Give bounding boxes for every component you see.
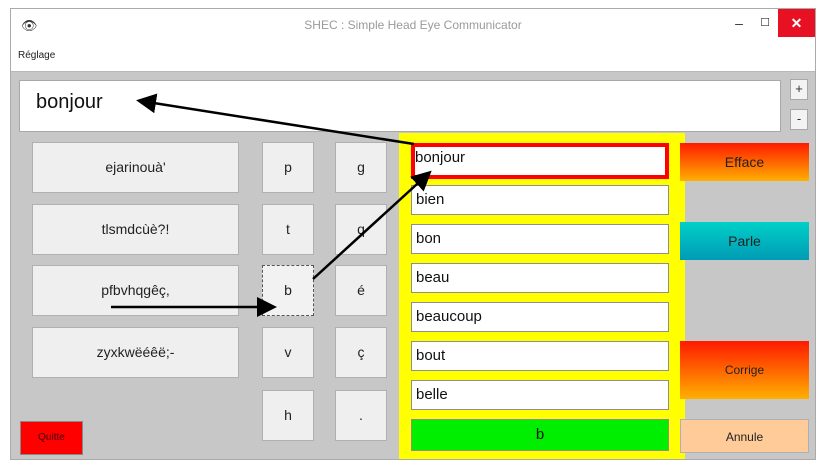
close-button[interactable]: ✕	[778, 9, 815, 37]
font-size-increase-button[interactable]: +	[790, 79, 808, 100]
cancel-button[interactable]: Annule	[680, 419, 809, 453]
maximize-button[interactable]: ☐	[752, 9, 778, 37]
quit-button[interactable]: Quitte	[20, 421, 83, 455]
menu-reglage[interactable]: Réglage	[18, 50, 55, 61]
letter-key-period[interactable]: .	[335, 390, 387, 441]
title-bar: 👁 SHEC : Simple Head Eye Communicator – …	[11, 9, 815, 41]
message-text: bonjour	[36, 91, 103, 113]
correct-button[interactable]: Corrige	[680, 341, 809, 399]
letter-group-2[interactable]: tlsmdcùè?!	[32, 204, 239, 255]
letter-group-1[interactable]: ejarinouà'	[32, 142, 239, 193]
letter-key-g[interactable]: g	[335, 142, 387, 193]
letter-key-v[interactable]: v	[262, 327, 314, 378]
suggestion-belle[interactable]: belle	[411, 380, 669, 410]
suggestion-bien[interactable]: bien	[411, 185, 669, 215]
suggestion-beaucoup[interactable]: beaucoup	[411, 302, 669, 332]
font-size-decrease-button[interactable]: -	[790, 109, 808, 130]
letter-key-b[interactable]: b	[262, 265, 314, 316]
window-title: SHEC : Simple Head Eye Communicator	[304, 18, 522, 32]
letter-key-p[interactable]: p	[262, 142, 314, 193]
letter-group-4[interactable]: zyxkwëéêë;-	[32, 327, 239, 378]
letter-key-q[interactable]: q	[335, 204, 387, 255]
suggestion-bonjour[interactable]: bonjour	[411, 143, 669, 179]
current-letters-display: b	[411, 419, 669, 451]
word-suggestion-panel	[399, 133, 685, 459]
letter-key-e-acute[interactable]: é	[335, 265, 387, 316]
menu-bar: Réglage	[11, 41, 815, 72]
message-textbox[interactable]: bonjour	[19, 80, 781, 132]
suggestion-beau[interactable]: beau	[411, 263, 669, 293]
letter-key-h[interactable]: h	[262, 390, 314, 441]
app-window: 👁 SHEC : Simple Head Eye Communicator – …	[10, 8, 816, 460]
minimize-button[interactable]: –	[726, 9, 752, 37]
letter-group-3[interactable]: pfbvhqgêç,	[32, 265, 239, 316]
suggestion-bout[interactable]: bout	[411, 341, 669, 371]
suggestion-bon[interactable]: bon	[411, 224, 669, 254]
speak-button[interactable]: Parle	[680, 222, 809, 260]
erase-button[interactable]: Efface	[680, 143, 809, 181]
letter-key-c-cedilla[interactable]: ç	[335, 327, 387, 378]
letter-key-t[interactable]: t	[262, 204, 314, 255]
